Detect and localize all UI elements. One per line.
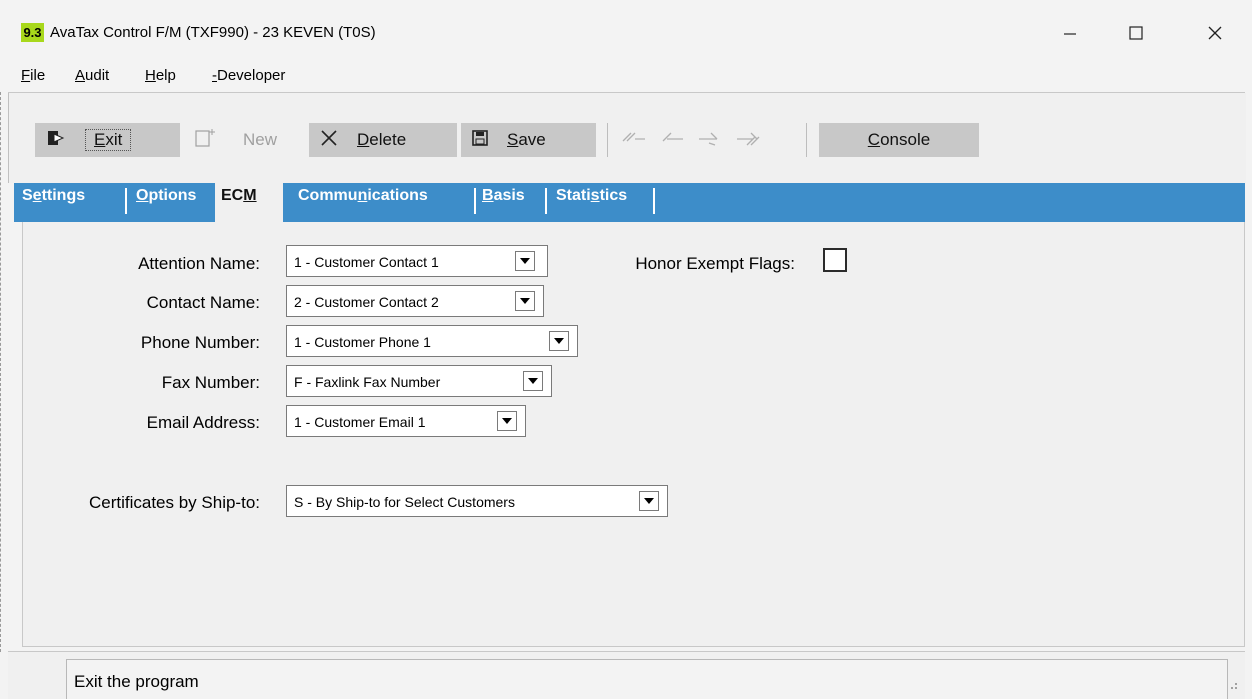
floppy-disk-icon <box>471 129 489 152</box>
tab-strip: Settings Options ECM Communications Basi… <box>14 183 1245 222</box>
new-button[interactable]: New <box>183 123 303 157</box>
tab-options[interactable]: Options <box>136 187 196 205</box>
tab-basis[interactable]: Basis <box>482 187 525 205</box>
menu-bar: File Audit Help -Developer <box>0 62 1252 92</box>
dropdown-arrow-icon[interactable] <box>523 371 543 391</box>
save-label: Save <box>507 130 546 149</box>
minimize-button[interactable] <box>1040 14 1100 52</box>
new-document-icon <box>193 128 215 153</box>
close-button[interactable] <box>1185 14 1245 52</box>
certificates-by-ship-to-select[interactable]: S - By Ship-to for Select Customers <box>286 485 668 517</box>
honor-exempt-flags-label: Honor Exempt Flags: <box>635 254 795 273</box>
contact-name-label: Contact Name: <box>146 293 260 312</box>
dropdown-arrow-icon[interactable] <box>515 251 535 271</box>
minimize-icon <box>1064 33 1076 35</box>
tab-statistics[interactable]: Statistics <box>556 187 627 205</box>
certificates-by-ship-to-label: Certificates by Ship-to: <box>88 493 260 512</box>
tab-settings[interactable]: Settings <box>22 187 85 205</box>
dropdown-arrow-icon[interactable] <box>497 411 517 431</box>
prev-record-button[interactable] <box>657 123 695 157</box>
dropdown-arrow-icon[interactable] <box>639 491 659 511</box>
prev-record-icon <box>657 129 687 152</box>
tab-communications[interactable]: Communications <box>298 187 428 205</box>
delete-button[interactable]: Delete <box>309 123 457 157</box>
maximize-icon <box>1129 26 1143 40</box>
attention-name-label: Attention Name: <box>138 254 260 273</box>
next-record-button[interactable] <box>695 123 733 157</box>
resize-grip-icon[interactable] <box>1222 674 1240 697</box>
status-message-field: Exit the program <box>66 659 1228 699</box>
console-button[interactable]: Console <box>819 123 979 157</box>
last-record-button[interactable] <box>733 123 773 157</box>
tab-separator <box>545 188 547 214</box>
fax-number-label: Fax Number: <box>161 373 260 392</box>
toolbar-separator <box>806 123 807 157</box>
toolbar-separator <box>607 123 608 157</box>
tab-separator <box>474 188 476 214</box>
exit-icon <box>45 129 67 152</box>
last-record-icon <box>733 129 765 152</box>
menu-help[interactable]: Help <box>145 67 176 84</box>
window-border <box>0 92 3 652</box>
status-bar: Exit the program <box>8 651 1245 699</box>
console-label: Console <box>867 130 931 149</box>
tab-separator <box>653 188 655 214</box>
title-bar: 9.3 AvaTax Control F/M (TXF990) - 23 KEV… <box>0 0 1252 62</box>
close-icon <box>1208 26 1222 40</box>
tab-separator <box>125 188 127 214</box>
attention-name-select[interactable]: 1 - Customer Contact 1 <box>286 245 548 277</box>
ecm-panel <box>22 222 1245 647</box>
fax-number-select[interactable]: F - Faxlink Fax Number <box>286 365 552 397</box>
contact-name-select[interactable]: 2 - Customer Contact 2 <box>286 285 544 317</box>
phone-number-select[interactable]: 1 - Customer Phone 1 <box>286 325 578 357</box>
menu-developer[interactable]: -Developer <box>212 67 285 84</box>
app-version-badge: 9.3 <box>21 23 44 42</box>
status-message: Exit the program <box>74 672 199 691</box>
first-record-button[interactable] <box>619 123 657 157</box>
first-record-icon <box>619 129 649 152</box>
tab-ecm[interactable]: ECM <box>215 183 283 222</box>
delete-x-icon <box>319 128 339 153</box>
email-address-select[interactable]: 1 - Customer Email 1 <box>286 405 526 437</box>
exit-button[interactable]: Exit <box>35 123 180 157</box>
dropdown-arrow-icon[interactable] <box>515 291 535 311</box>
next-record-icon <box>695 129 725 152</box>
menu-audit[interactable]: Audit <box>75 67 109 84</box>
toolbar: Exit New Delete Save Console <box>8 93 1246 183</box>
dropdown-arrow-icon[interactable] <box>549 331 569 351</box>
window-title: AvaTax Control F/M (TXF990) - 23 KEVEN (… <box>50 24 376 41</box>
menu-file[interactable]: File <box>21 67 45 84</box>
honor-exempt-flags-checkbox[interactable] <box>823 248 847 272</box>
email-address-label: Email Address: <box>146 413 260 432</box>
save-button[interactable]: Save <box>461 123 596 157</box>
delete-label: Delete <box>357 130 407 149</box>
exit-label: Exit <box>85 129 132 151</box>
maximize-button[interactable] <box>1106 14 1166 52</box>
phone-number-label: Phone Number: <box>140 333 260 352</box>
